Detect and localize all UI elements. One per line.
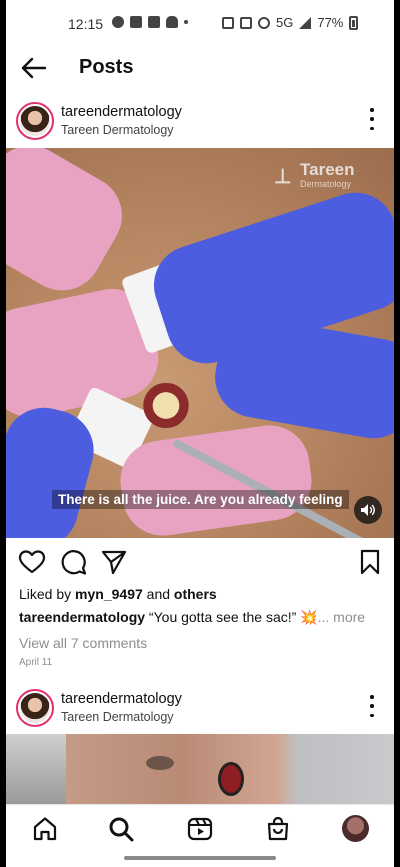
like-button[interactable] <box>18 548 46 576</box>
nav-shop[interactable] <box>264 815 292 843</box>
next-post-options-button[interactable] <box>366 695 378 717</box>
signal-icon <box>299 16 312 29</box>
reels-icon <box>187 817 213 841</box>
nav-profile-avatar[interactable] <box>342 815 369 842</box>
wifi-calling-icon <box>258 16 270 29</box>
more-dot-icon <box>370 117 374 121</box>
battery-icon <box>349 15 359 30</box>
caption-text: “You gotta see the sac!” 💥 <box>145 609 318 625</box>
caption-more-link[interactable]: ... more <box>318 609 365 625</box>
mute-toggle-button[interactable] <box>354 496 382 524</box>
post-header: tareendermatology Tareen Dermatology <box>6 98 394 148</box>
post-date: April 11 <box>19 657 53 668</box>
preview-hair <box>6 734 66 804</box>
next-post-header: tareendermatology Tareen Dermatology <box>6 685 394 735</box>
status-time: 12:15 <box>68 16 104 32</box>
post-video[interactable]: ⊥ Tareen Dermatology There is all the ju… <box>6 148 394 538</box>
likes-summary: Liked by myn_9497 and others <box>19 586 217 602</box>
liked-by-others[interactable]: others <box>174 586 217 602</box>
more-dot-icon <box>370 108 374 112</box>
more-dot-icon <box>370 713 374 717</box>
next-post-username[interactable]: tareendermatology <box>61 691 182 707</box>
back-arrow-icon <box>21 57 47 79</box>
notification-icon <box>130 16 142 28</box>
nav-reels[interactable] <box>186 815 214 843</box>
lesion <box>136 383 196 428</box>
share-button[interactable] <box>100 548 128 576</box>
post-caption: tareendermatology “You gotta see the sac… <box>19 609 365 626</box>
nav-search[interactable] <box>107 815 135 843</box>
app-screen: 12:15 5G 77% Posts tareendermatology Tar… <box>6 0 394 867</box>
shop-bag-icon <box>267 816 289 841</box>
avatar-image <box>20 693 50 723</box>
pink-glove <box>6 148 137 305</box>
more-dot-icon <box>370 695 374 699</box>
notification-icon <box>148 16 160 28</box>
notification-icons <box>112 16 188 28</box>
comment-icon <box>61 550 87 575</box>
battery-level: 77% <box>317 15 344 30</box>
video-subtitle: There is all the juice. Are you already … <box>52 490 349 509</box>
mute-icon <box>240 16 252 29</box>
system-icons: 5G 77% <box>222 15 359 30</box>
search-icon <box>109 817 134 842</box>
next-post-display-name: Tareen Dermatology <box>61 710 174 724</box>
status-bar: 12:15 5G 77% <box>6 0 394 46</box>
pink-glove <box>115 420 317 538</box>
clinic-logo-subtitle: Dermatology <box>300 179 352 189</box>
post-display-name: Tareen Dermatology <box>61 123 174 137</box>
likes-joiner: and <box>142 586 174 602</box>
more-notifications-dot <box>184 20 188 24</box>
post-username[interactable]: tareendermatology <box>61 104 182 120</box>
preview-eye <box>146 756 174 770</box>
next-author-avatar[interactable] <box>16 689 54 727</box>
nav-home[interactable] <box>31 815 59 843</box>
preview-wound <box>218 762 244 796</box>
nfc-icon <box>222 16 234 29</box>
heart-icon <box>18 550 46 574</box>
post-actions <box>6 542 394 582</box>
avatar-image <box>20 106 50 136</box>
blue-glove <box>208 311 394 445</box>
page-title: Posts <box>79 56 134 78</box>
bookmark-icon <box>360 549 380 575</box>
speaker-icon <box>361 504 375 516</box>
view-comments-link[interactable]: View all 7 comments <box>19 635 147 651</box>
notification-icon <box>112 16 124 28</box>
more-dot-icon <box>370 126 374 130</box>
save-button[interactable] <box>356 548 384 576</box>
more-dot-icon <box>370 704 374 708</box>
clinic-logo-name: Tareen <box>300 160 355 179</box>
back-button[interactable] <box>18 54 48 82</box>
clinic-logo-icon: ⊥ <box>274 166 292 188</box>
post-options-button[interactable] <box>366 108 378 130</box>
app-header: Posts <box>6 46 394 90</box>
liked-by-user[interactable]: myn_9497 <box>75 586 143 602</box>
network-type: 5G <box>276 15 294 30</box>
home-icon <box>33 817 57 841</box>
comment-button[interactable] <box>59 548 87 576</box>
gesture-bar[interactable] <box>124 856 276 860</box>
caption-author[interactable]: tareendermatology <box>19 609 145 625</box>
likes-prefix: Liked by <box>19 586 76 602</box>
next-post-media[interactable] <box>6 734 394 804</box>
send-icon <box>101 550 127 575</box>
author-avatar[interactable] <box>16 102 54 140</box>
snapchat-icon <box>166 16 178 28</box>
